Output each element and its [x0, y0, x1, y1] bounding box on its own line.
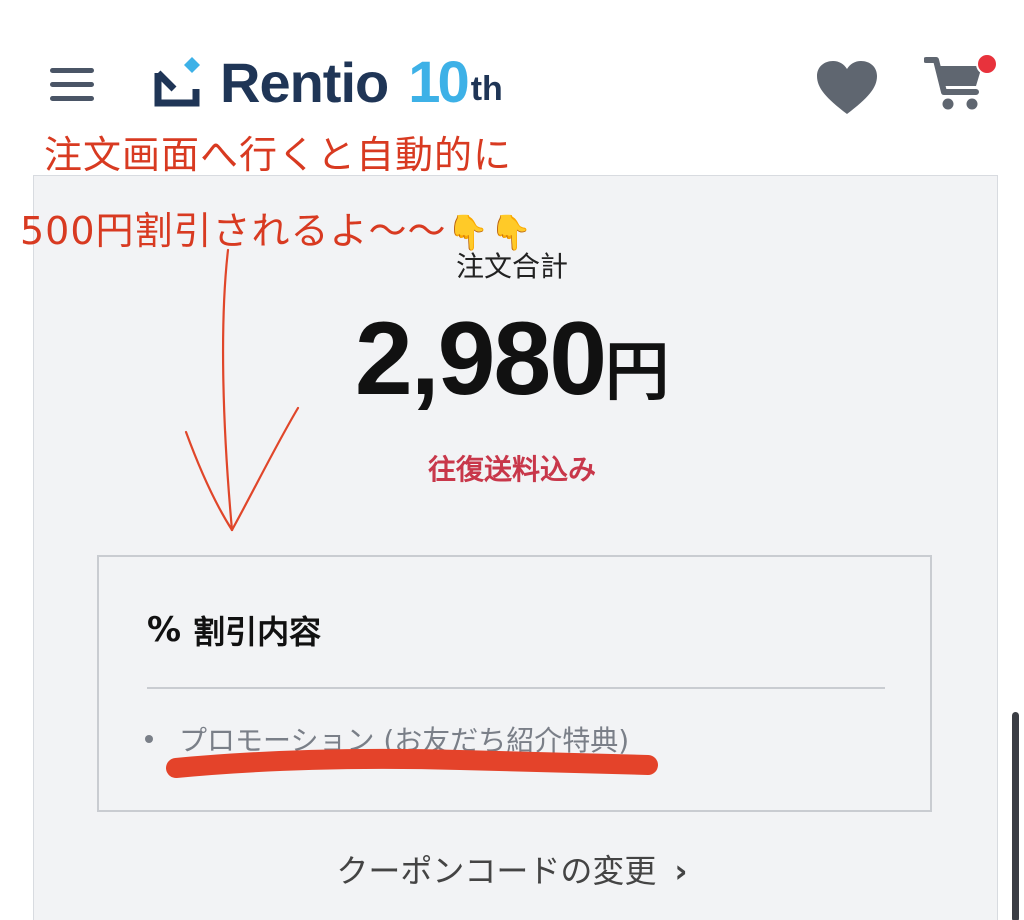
order-total-value: 2,980 [354, 301, 607, 417]
rentio-logo-mark-icon [154, 57, 200, 107]
brand-anniversary-number: 10 [408, 49, 469, 115]
discount-details-box: % 割引内容 プロモーション (お友だち紹介特典) [97, 555, 932, 812]
discount-divider [147, 687, 885, 689]
hamburger-menu-icon[interactable] [50, 68, 94, 108]
scrollbar[interactable] [1012, 712, 1019, 920]
shipping-included-note: 往復送料込み [427, 453, 596, 486]
discount-item-label: プロモーション (お友だち紹介特典) [179, 724, 630, 757]
brand-anniversary-suffix: th [470, 69, 503, 108]
discount-title-text: 割引内容 [193, 613, 322, 651]
brand-name: Rentio [220, 50, 389, 114]
percent-icon: % [147, 610, 182, 650]
discount-title: % 割引内容 [147, 607, 321, 653]
pointing-down-emoji: 👇👇 [446, 213, 534, 253]
order-total-currency: 円 [605, 336, 670, 410]
order-total-amount: 2,980円 [0, 300, 1024, 419]
chevron-right-icon: › [674, 852, 688, 890]
cart-notification-badge [976, 53, 998, 75]
rentio-logo[interactable]: Rentio 10 th [152, 49, 503, 115]
heart-icon[interactable] [816, 60, 878, 116]
annotation-line-2-text: 500円割引されるよ〜〜 [20, 209, 447, 253]
discount-list-item: プロモーション (お友だち紹介特典) [145, 719, 629, 759]
coupon-link-label: クーポンコードの変更 [336, 852, 657, 890]
change-coupon-code-link[interactable]: クーポンコードの変更 › [0, 846, 1024, 892]
bullet-icon [145, 735, 153, 743]
annotation-line-1: 注文画面へ行くと自動的に [44, 133, 513, 177]
annotation-line-2: 500円割引されるよ〜〜👇👇 [20, 200, 533, 255]
